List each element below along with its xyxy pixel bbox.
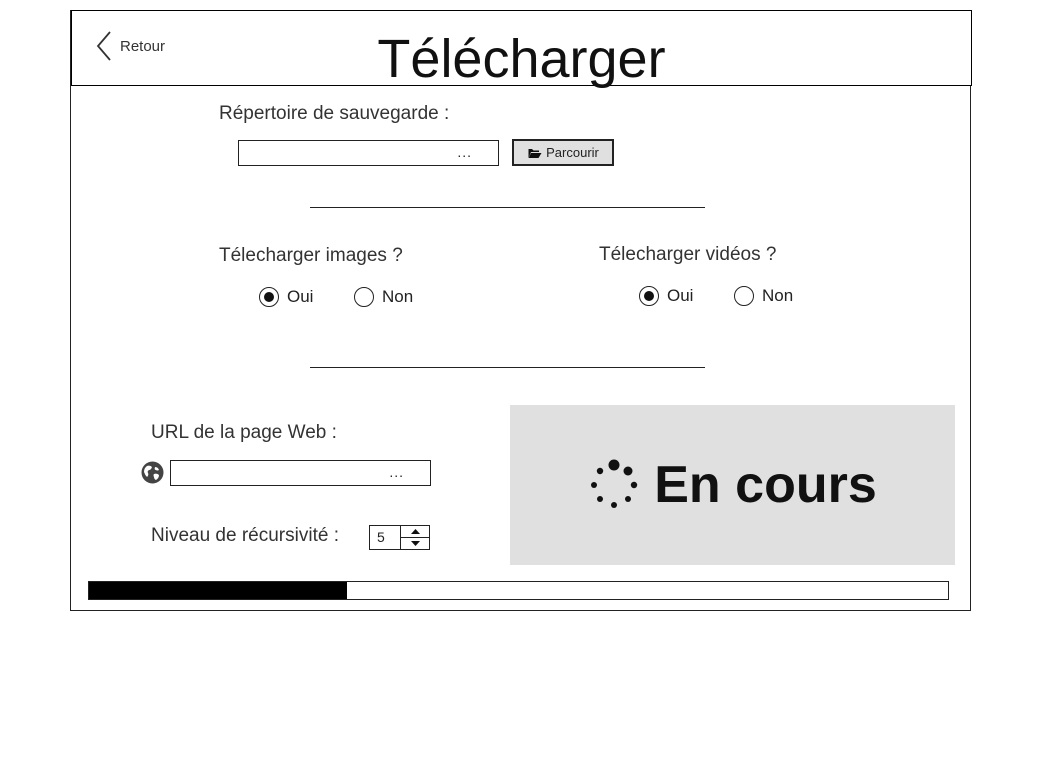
browse-button[interactable]: Parcourir	[512, 139, 614, 166]
chevron-left-icon	[96, 31, 111, 61]
save-dir-placeholder: ...	[457, 144, 472, 160]
spinner-up-button[interactable]	[401, 526, 429, 538]
videos-radio-non[interactable]: Non	[734, 286, 793, 306]
videos-radio-oui-label: Oui	[667, 286, 694, 305]
videos-radio-oui-circle[interactable]	[639, 286, 659, 306]
progress-fill	[89, 582, 347, 599]
status-text: En cours	[654, 456, 877, 514]
url-input[interactable]: ...	[170, 460, 431, 486]
images-radio-non[interactable]: Non	[354, 287, 413, 307]
progress-bar	[88, 581, 949, 600]
spinner-down-button[interactable]	[401, 538, 429, 549]
url-label: URL de la page Web :	[151, 422, 337, 443]
browse-button-label: Parcourir	[546, 145, 599, 160]
caret-down-icon	[410, 541, 420, 546]
url-placeholder: ...	[389, 464, 404, 480]
images-radio-oui[interactable]: Oui	[259, 287, 313, 307]
videos-label: Télecharger vidéos ?	[599, 244, 777, 265]
recursion-spinner[interactable]: 5	[369, 525, 430, 550]
videos-radio-non-circle[interactable]	[734, 286, 754, 306]
images-radio-oui-circle[interactable]	[259, 287, 279, 307]
videos-radio-oui[interactable]: Oui	[639, 286, 693, 306]
globe-icon	[141, 461, 164, 484]
back-button[interactable]: Retour	[96, 30, 165, 62]
header-bar: Télécharger	[71, 10, 972, 89]
save-dir-input[interactable]: ...	[238, 140, 499, 166]
save-dir-label: Répertoire de sauvegarde :	[219, 103, 450, 124]
images-label: Télecharger images ?	[219, 245, 403, 266]
loading-spinner-icon	[591, 459, 638, 508]
videos-radio-non-label: Non	[762, 286, 794, 305]
status-panel: En cours	[510, 405, 955, 565]
recursion-label: Niveau de récursivité :	[151, 525, 339, 546]
page-title: Télécharger	[377, 29, 666, 89]
caret-up-icon	[410, 529, 420, 534]
recursion-value[interactable]: 5	[370, 526, 401, 549]
separator-bottom	[310, 367, 705, 368]
back-button-label: Retour	[120, 37, 166, 55]
images-radio-non-label: Non	[382, 287, 414, 306]
folder-open-icon	[528, 148, 542, 158]
separator-top	[310, 207, 705, 208]
images-radio-non-circle[interactable]	[354, 287, 374, 307]
images-radio-oui-label: Oui	[287, 287, 314, 306]
